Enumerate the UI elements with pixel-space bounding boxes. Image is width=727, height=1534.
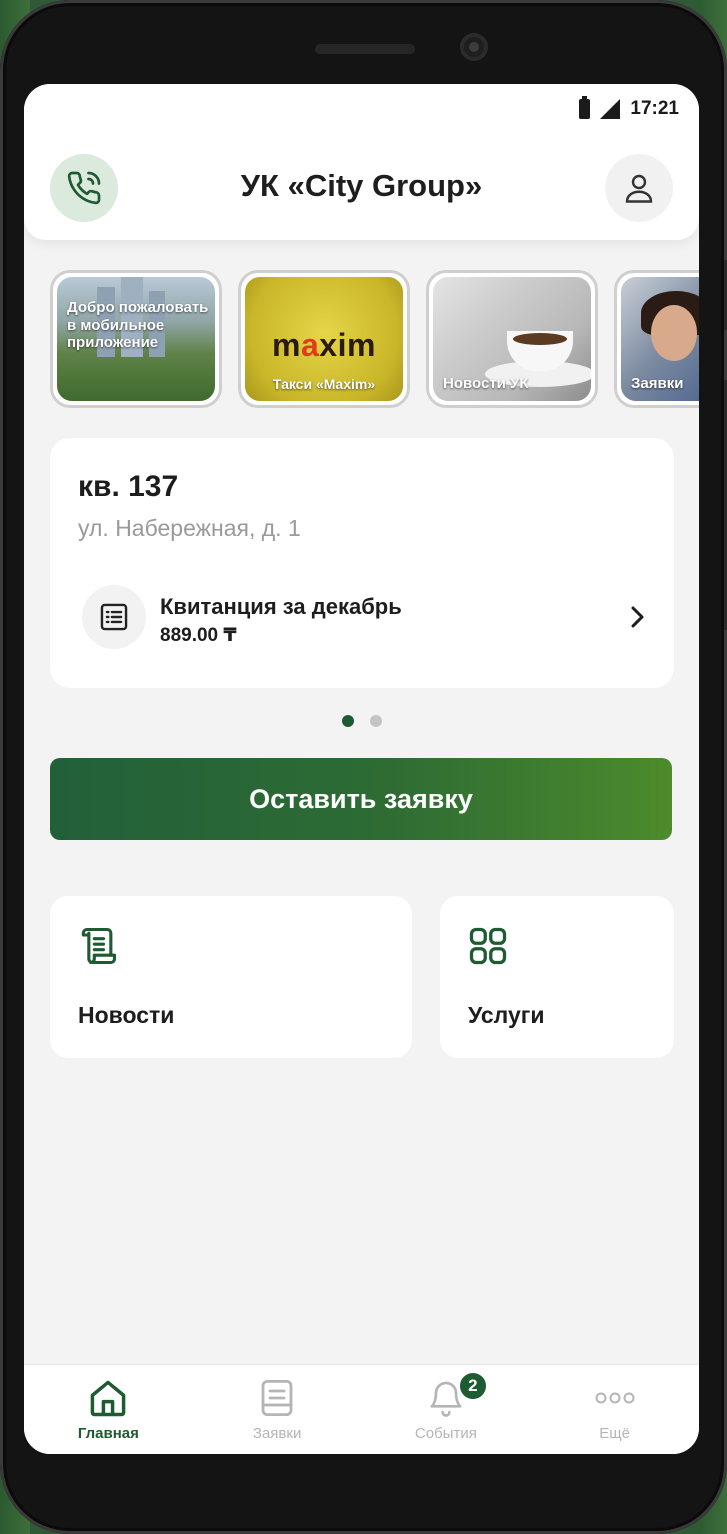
signal-icon (600, 99, 621, 119)
phone-frame: 17:21 УК «City Group» Добро пожаловать в… (0, 0, 727, 1534)
submit-request-button[interactable]: Оставить заявку (50, 758, 672, 840)
services-tile-label: Услуги (468, 1002, 545, 1028)
story-label: Заявки (631, 375, 684, 393)
speaker-grille (315, 44, 415, 54)
story-image: Новости УК (433, 277, 591, 401)
pagination-dot[interactable] (369, 715, 382, 727)
status-indicators: 17:21 (579, 96, 679, 120)
profile-button[interactable] (605, 154, 673, 222)
chevron-right-icon[interactable] (626, 606, 648, 628)
story-image: Добро пожаловать в мобильное приложение (57, 277, 215, 401)
list-icon (261, 1379, 293, 1417)
status-bar: 17:21 (24, 84, 699, 142)
bottom-navigation: Главная Заявки 2 События Ещё (24, 1364, 699, 1454)
story-label: Такси «Maxim» (272, 376, 376, 393)
home-icon (91, 1380, 126, 1417)
grid-icon (469, 927, 507, 965)
receipt-icon (100, 603, 128, 631)
story-image: Заявки (621, 277, 699, 401)
app-header: УК «City Group» (24, 142, 699, 240)
story-label: Новости УК (443, 375, 529, 393)
carousel-pagination (24, 715, 699, 727)
user-icon (625, 174, 653, 203)
news-tile-label: Новости (78, 1002, 175, 1028)
story-requests[interactable]: Заявки (614, 270, 699, 408)
nav-label-requests: Заявки (252, 1425, 302, 1442)
battery-icon (579, 96, 591, 119)
story-label: Добро пожаловать в мобильное приложение (67, 299, 209, 352)
apartment-number: кв. 137 (78, 470, 179, 503)
more-icon (595, 1392, 635, 1404)
nav-item-requests[interactable]: Заявки (193, 1365, 362, 1454)
story-maxim[interactable]: maxim Такси «Maxim» (238, 270, 410, 408)
notification-badge: 2 (457, 1371, 488, 1401)
status-time: 17:21 (630, 98, 679, 119)
services-tile[interactable]: Услуги (440, 896, 674, 1058)
nav-label-home: Главная (77, 1425, 139, 1442)
pagination-dot-active[interactable] (341, 715, 354, 727)
invoice-amount: 889.00 ₸ (160, 625, 237, 646)
maxim-logo-text: maxim (272, 327, 376, 363)
nav-label-events: События (414, 1425, 477, 1442)
nav-item-more[interactable]: Ещё (530, 1365, 699, 1454)
account-card[interactable]: кв. 137 ул. Набережная, д. 1 Квитанция з… (50, 438, 674, 688)
story-welcome[interactable]: Добро пожаловать в мобильное приложение (50, 270, 222, 408)
address-text: ул. Набережная, д. 1 (78, 515, 301, 541)
story-news[interactable]: Новости УК (426, 270, 598, 408)
nav-label-more: Ещё (599, 1425, 630, 1442)
nav-item-home[interactable]: Главная (24, 1365, 193, 1454)
stories-carousel: Добро пожаловать в мобильное приложение … (50, 270, 699, 410)
page-title: УК «City Group» (240, 168, 483, 203)
invoice-icon-wrap (82, 585, 146, 649)
invoice-title: Квитанция за декабрь (160, 594, 402, 619)
scroll-icon (81, 927, 117, 965)
app-screen: 17:21 УК «City Group» Добро пожаловать в… (24, 84, 699, 1454)
front-camera (460, 33, 488, 61)
nav-item-events[interactable]: 2 События (362, 1365, 531, 1454)
news-tile[interactable]: Новости (50, 896, 412, 1058)
story-image: maxim Такси «Maxim» (245, 277, 403, 401)
maxim-logo: maxim (245, 327, 403, 364)
